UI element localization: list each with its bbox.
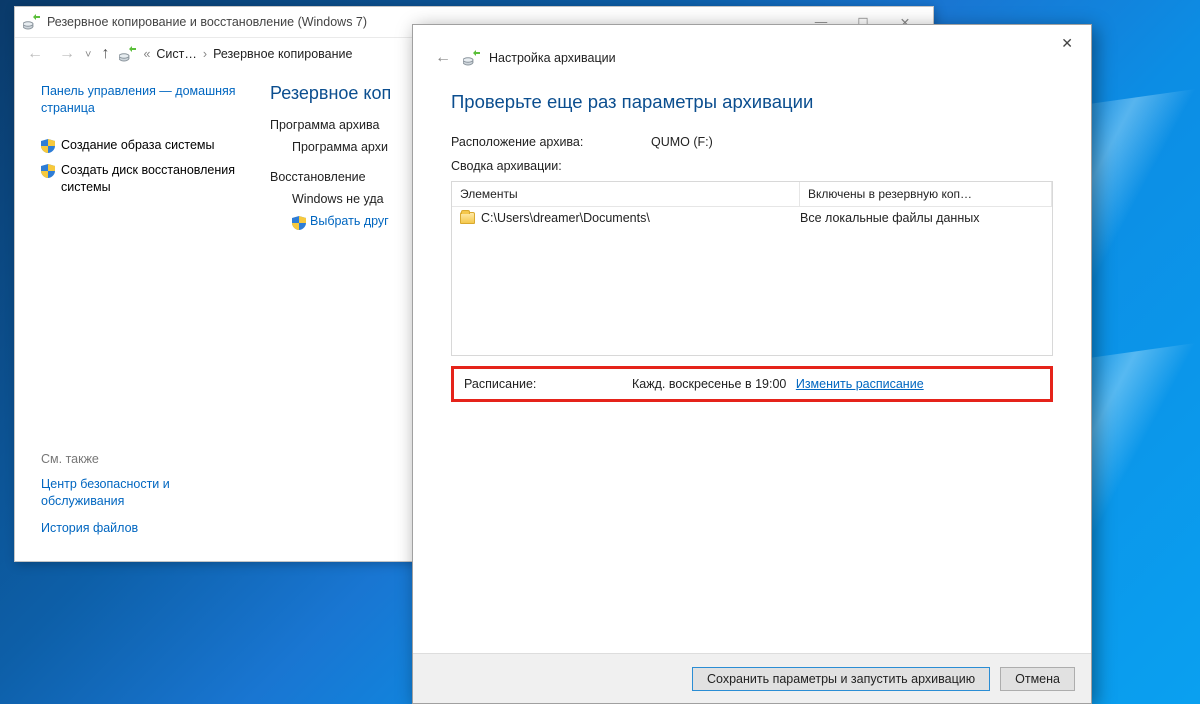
nav-back-button[interactable]: ← — [21, 43, 49, 65]
backup-setup-dialog: ✕ ← Настройка архивации Проверьте еще ра… — [412, 24, 1092, 704]
nav-up-button[interactable]: ↑ — [95, 43, 115, 65]
select-other-backup-label: Выбрать друг — [310, 214, 389, 228]
backup-items-table: Элементы Включены в резервную коп… C:\Us… — [451, 181, 1053, 356]
item-included-value: Все локальные файлы данных — [800, 211, 1044, 225]
cancel-button[interactable]: Отмена — [1000, 667, 1075, 691]
create-recovery-disc-link[interactable]: Создать диск восстановления системы — [41, 162, 252, 196]
see-also-section: См. также Центр безопасности и обслужива… — [41, 452, 251, 547]
backup-restore-icon — [23, 14, 41, 30]
schedule-highlight: Расписание: Кажд. воскресенье в 19:00 Из… — [451, 366, 1053, 402]
create-recovery-disc-label: Создать диск восстановления системы — [61, 162, 252, 196]
file-history-link[interactable]: История файлов — [41, 520, 251, 537]
dialog-header: ← Настройка архивации — [413, 25, 1091, 75]
folder-icon — [460, 212, 475, 224]
shield-icon — [292, 216, 306, 230]
backup-restore-icon — [463, 50, 481, 66]
shield-icon — [41, 164, 55, 178]
backup-location-value: QUMO (F:) — [651, 135, 713, 149]
control-panel-home-link[interactable]: Панель управления — домашняя страница — [41, 83, 252, 117]
see-also-heading: См. также — [41, 452, 251, 466]
column-items[interactable]: Элементы — [452, 182, 800, 206]
review-settings-heading: Проверьте еще раз параметры архивации — [451, 91, 1053, 113]
dialog-content: Проверьте еще раз параметры архивации Ра… — [413, 75, 1091, 402]
breadcrumb-backup[interactable]: Резервное копирование — [213, 47, 352, 61]
chevron-right-icon: « — [143, 47, 150, 61]
create-system-image-link[interactable]: Создание образа системы — [41, 137, 252, 154]
wizard-back-button[interactable]: ← — [431, 49, 455, 67]
backup-restore-icon — [119, 46, 137, 62]
select-other-backup-link[interactable]: Выбрать друг — [292, 214, 389, 228]
save-and-run-button[interactable]: Сохранить параметры и запустить архиваци… — [692, 667, 990, 691]
dialog-button-bar: Сохранить параметры и запустить архиваци… — [413, 653, 1091, 703]
create-system-image-label: Создание образа системы — [61, 137, 214, 154]
shield-icon — [41, 139, 55, 153]
backup-location-label: Расположение архива: — [451, 135, 651, 149]
schedule-value: Кажд. воскресенье в 19:00 — [632, 377, 786, 391]
table-header: Элементы Включены в резервную коп… — [452, 182, 1052, 207]
schedule-label: Расписание: — [464, 377, 632, 391]
chevron-right-icon: › — [203, 47, 207, 61]
nav-history-dropdown[interactable]: ˅ — [85, 47, 91, 61]
item-path: C:\Users\dreamer\Documents\ — [481, 211, 650, 225]
backup-summary-label: Сводка архивации: — [451, 159, 1053, 173]
nav-forward-button[interactable]: → — [53, 43, 81, 65]
dialog-title: Настройка архивации — [489, 51, 616, 65]
dialog-close-button[interactable]: ✕ — [1053, 31, 1081, 56]
breadcrumb-system[interactable]: Сист… — [156, 47, 197, 61]
table-row[interactable]: C:\Users\dreamer\Documents\ Все локальны… — [452, 207, 1052, 229]
security-center-link[interactable]: Центр безопасности и обслуживания — [41, 476, 251, 510]
change-schedule-link[interactable]: Изменить расписание — [796, 377, 924, 391]
column-included[interactable]: Включены в резервную коп… — [800, 182, 1052, 206]
window-title: Резервное копирование и восстановление (… — [47, 15, 367, 29]
